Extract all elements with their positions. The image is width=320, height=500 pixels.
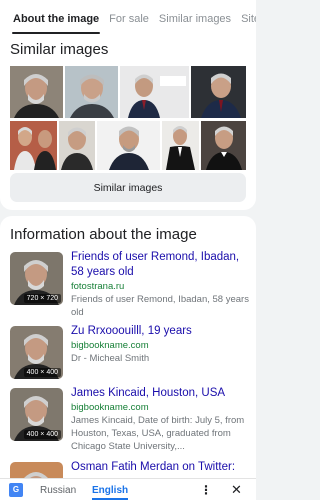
result-title-link[interactable]: Zu Rrxooouilll, 19 years xyxy=(71,324,251,339)
translate-bar: G Russian English ⋮ ✕ xyxy=(0,478,256,500)
result-domain: bigbookname.com xyxy=(71,402,149,413)
similar-image-thumbnail[interactable] xyxy=(162,121,199,170)
google-translate-icon[interactable]: G xyxy=(9,483,23,497)
tab-similar-images[interactable]: Similar images xyxy=(154,13,236,34)
tab-about-the-image[interactable]: About the image xyxy=(8,13,104,34)
result-description: Friends of user Remond, Ibadan, 58 years… xyxy=(71,294,249,318)
similar-images-button[interactable]: Similar images xyxy=(10,173,246,202)
image-info-heading: Information about the image xyxy=(10,226,197,243)
similar-image-thumbnail[interactable] xyxy=(191,66,246,118)
similar-image-thumbnail[interactable] xyxy=(10,121,57,170)
similar-images-card: Similar images Similar images xyxy=(0,34,256,210)
close-icon[interactable]: ✕ xyxy=(231,482,242,498)
result-thumbnail[interactable]: 720 × 720 xyxy=(10,252,63,305)
result-title-link[interactable]: Friends of user Remond, Ibadan, 58 years… xyxy=(71,250,251,280)
similar-image-thumbnail[interactable] xyxy=(97,121,160,170)
similar-image-thumbnail[interactable] xyxy=(120,66,189,118)
target-language-tab[interactable]: English xyxy=(92,485,129,500)
tab-for-sale[interactable]: For sale xyxy=(104,13,154,34)
result-domain: bigbookname.com xyxy=(71,340,149,351)
more-options-icon[interactable]: ⋮ xyxy=(200,483,212,497)
tab-bar: About the image For sale Similar images … xyxy=(0,0,256,34)
result-thumbnail[interactable]: 400 × 400 xyxy=(10,326,63,379)
result-title-link[interactable]: Osman Fatih Merdan on Twitter: xyxy=(71,460,251,475)
image-dimensions: 400 × 400 xyxy=(23,368,61,377)
similar-images-heading: Similar images xyxy=(10,41,109,58)
similar-image-thumbnail[interactable] xyxy=(10,66,63,118)
result-domain: fotostrana.ru xyxy=(71,281,125,292)
similar-image-thumbnail[interactable] xyxy=(65,66,118,118)
source-language-tab[interactable]: Russian xyxy=(40,485,76,496)
similar-image-thumbnail[interactable] xyxy=(201,121,246,170)
result-thumbnail[interactable]: 400 × 400 xyxy=(10,388,63,441)
image-dimensions: 720 × 720 xyxy=(23,294,61,303)
result-title-link[interactable]: James Kincaid, Houston, USA xyxy=(71,386,251,401)
image-info-card: Information about the image 720 × 720 Fr… xyxy=(0,216,256,500)
tab-sites[interactable]: Sites xyxy=(236,13,256,34)
image-dimensions: 400 × 400 xyxy=(23,430,61,439)
result-description: James Kincaid, Date of birth: July 5, fr… xyxy=(71,415,245,452)
similar-image-thumbnail[interactable] xyxy=(59,121,95,170)
result-description: Dr - Micheal Smith xyxy=(71,353,150,364)
